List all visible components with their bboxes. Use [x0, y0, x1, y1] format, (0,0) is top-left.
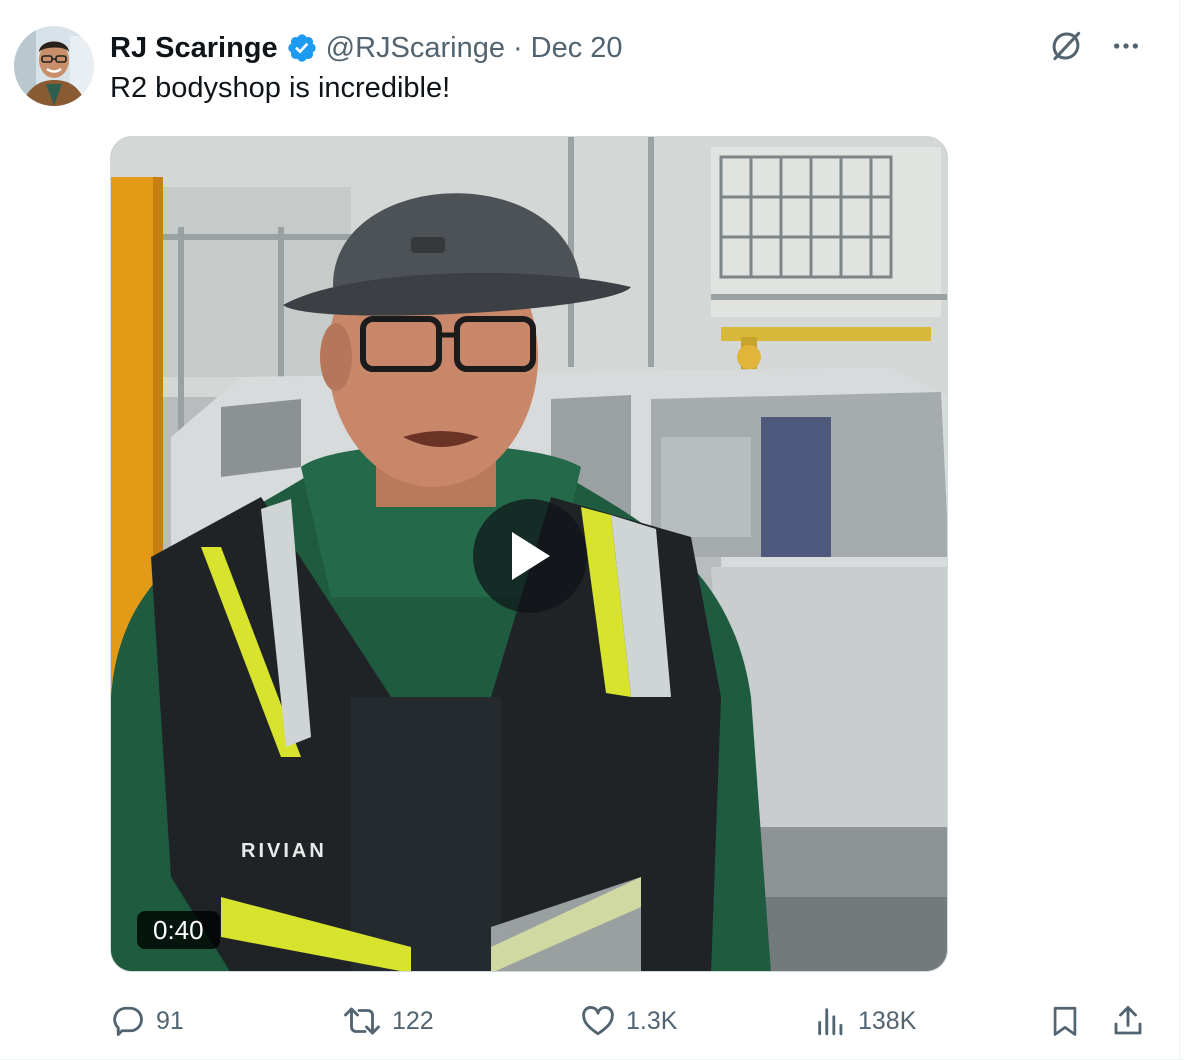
more-icon[interactable]: [1106, 26, 1146, 66]
tweet-card[interactable]: RJ Scaringe @RJScaringe · Dec 20 R2 body…: [0, 0, 1184, 1060]
views-icon: [814, 1003, 848, 1039]
engagement-bar: 91 122 1.3K 138K: [110, 998, 1150, 1044]
reply-button[interactable]: 91: [110, 998, 184, 1044]
verified-badge-icon[interactable]: [286, 32, 318, 64]
reply-count: 91: [156, 1006, 184, 1035]
author-handle[interactable]: @RJScaringe: [326, 32, 505, 65]
like-button[interactable]: 1.3K: [580, 998, 677, 1044]
share-icon: [1110, 1002, 1146, 1040]
repost-count: 122: [392, 1006, 434, 1035]
views-button[interactable]: 138K: [814, 998, 916, 1044]
vest-logo-text: RIVIAN: [241, 840, 327, 862]
repost-icon: [342, 1003, 382, 1039]
share-button[interactable]: [1110, 998, 1146, 1044]
like-count: 1.3K: [626, 1006, 678, 1035]
bookmark-icon: [1048, 1002, 1082, 1040]
like-icon: [580, 1003, 616, 1039]
bookmark-button[interactable]: [1048, 998, 1082, 1044]
tweet-text: R2 bodyshop is incredible!: [110, 72, 451, 104]
column-divider: [1179, 0, 1180, 1060]
tweet-top-actions: [1046, 26, 1146, 66]
separator-dot: ·: [512, 31, 523, 64]
author-name[interactable]: RJ Scaringe: [110, 32, 278, 65]
grok-icon[interactable]: [1046, 26, 1086, 66]
repost-button[interactable]: 122: [342, 998, 434, 1044]
avatar[interactable]: [14, 26, 94, 106]
play-icon[interactable]: [473, 499, 587, 613]
video-player[interactable]: RIVIAN 0:40: [110, 136, 948, 972]
tweet-header: RJ Scaringe @RJScaringe · Dec 20: [110, 28, 623, 68]
reply-icon: [110, 1003, 146, 1039]
video-duration: 0:40: [137, 911, 220, 949]
tweet-date[interactable]: Dec 20: [531, 32, 623, 65]
views-count: 138K: [858, 1006, 917, 1035]
